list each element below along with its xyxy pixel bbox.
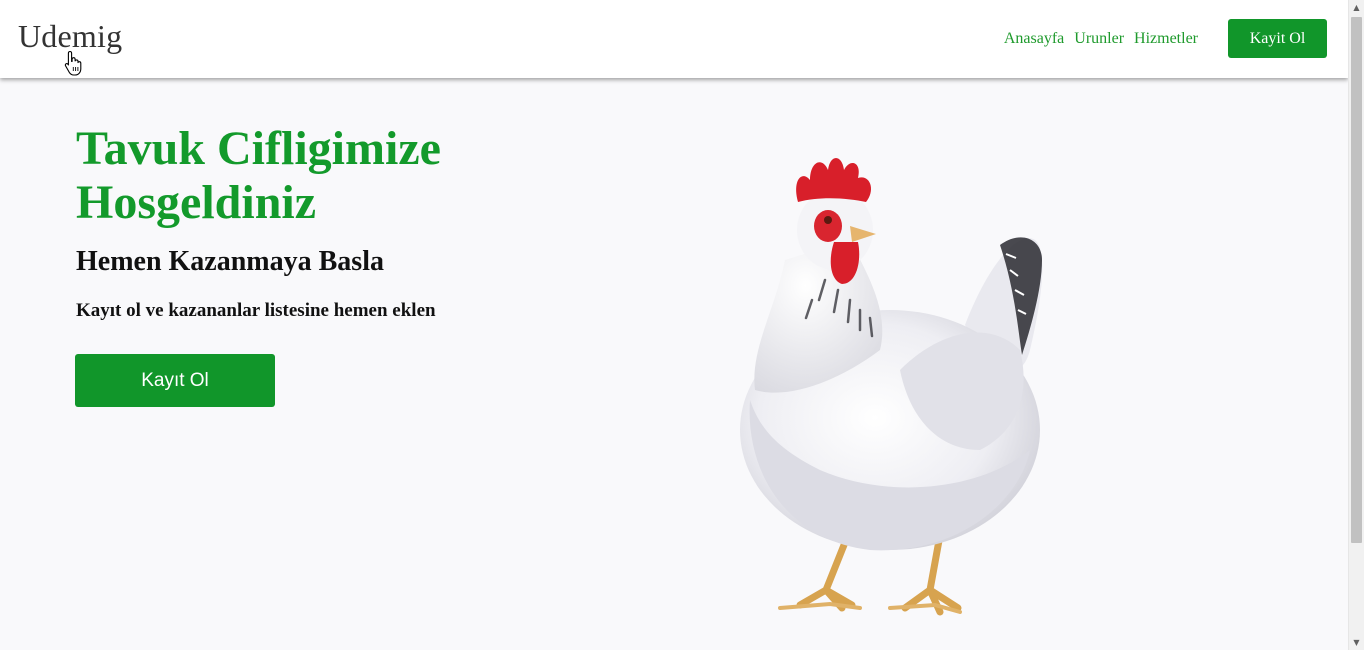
chicken-image xyxy=(740,158,1043,616)
hero-subtitle: Hemen Kazanmaya Basla xyxy=(76,246,384,277)
hero-description: Kayıt ol ve kazananlar listesine hemen e… xyxy=(76,300,436,321)
brand-logo[interactable]: Udemig xyxy=(18,20,122,52)
hero-register-button[interactable]: Kayıt Ol xyxy=(75,354,275,407)
vertical-scrollbar[interactable]: ▲ ▼ xyxy=(1348,0,1364,650)
hero-title: Tavuk Cifligimize Hosgeldiniz xyxy=(76,122,441,229)
navbar: Udemig Anasayfa Urunler Hizmetler Kayit … xyxy=(0,0,1348,78)
nav-link-urunler[interactable]: Urunler xyxy=(1074,30,1124,48)
hand-pointer-icon xyxy=(64,50,82,76)
page: Udemig Anasayfa Urunler Hizmetler Kayit … xyxy=(0,0,1348,650)
scroll-up-arrow-icon[interactable]: ▲ xyxy=(1349,0,1364,15)
nav-link-hizmetler[interactable]: Hizmetler xyxy=(1134,30,1198,48)
scrollbar-thumb[interactable] xyxy=(1351,17,1362,543)
scroll-down-arrow-icon[interactable]: ▼ xyxy=(1349,635,1364,650)
navbar-register-button[interactable]: Kayit Ol xyxy=(1228,19,1327,58)
nav-link-anasayfa[interactable]: Anasayfa xyxy=(1004,30,1064,48)
nav-menu: Anasayfa Urunler Hizmetler xyxy=(1004,30,1198,48)
